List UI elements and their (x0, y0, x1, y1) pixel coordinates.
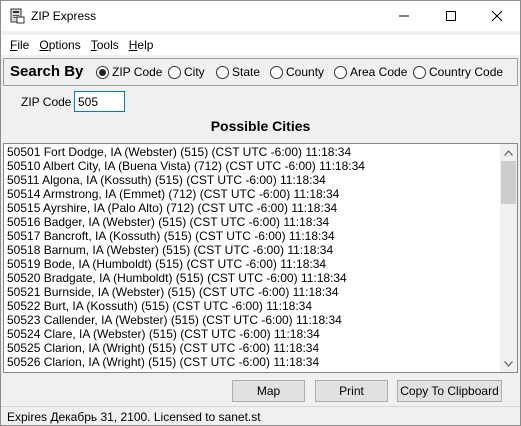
maximize-icon (446, 11, 456, 21)
radio-zip-code[interactable]: ZIP Code (96, 65, 162, 79)
list-item[interactable]: 50520 Bradgate, IA (Humboldt) (515) (CST… (7, 271, 499, 285)
list-item[interactable]: 50515 Ayrshire, IA (Palo Alto) (712) (CS… (7, 201, 499, 215)
radio-unselected-icon (168, 65, 181, 79)
search-by-label: Search By (10, 63, 84, 80)
radio-unselected-icon (413, 65, 426, 79)
zip-code-input[interactable] (74, 91, 125, 112)
scroll-thumb[interactable] (501, 161, 516, 204)
chevron-up-icon (504, 149, 513, 156)
list-item[interactable]: 50519 Bode, IA (Humboldt) (515) (CST UTC… (7, 257, 499, 271)
status-bar: Expires Декабрь 31, 2100. Licensed to sa… (1, 406, 520, 425)
radio-city[interactable]: City (168, 65, 205, 79)
vertical-scrollbar[interactable] (500, 144, 517, 372)
list-item[interactable]: 50510 Albert City, IA (Buena Vista) (712… (7, 159, 499, 173)
list-item[interactable]: 50524 Clare, IA (Webster) (515) (CST UTC… (7, 327, 499, 341)
list-item[interactable]: 50526 Clarion, IA (Wright) (515) (CST UT… (7, 355, 499, 369)
print-button[interactable]: Print (315, 380, 388, 402)
menu-tools[interactable]: Tools (86, 38, 124, 52)
zip-express-app-icon (9, 8, 25, 24)
title-bar[interactable]: ZIP Express (1, 1, 520, 31)
minimize-icon (399, 15, 409, 17)
list-item[interactable]: 50525 Clarion, IA (Wright) (515) (CST UT… (7, 341, 499, 355)
list-item[interactable]: 50516 Badger, IA (Webster) (515) (CST UT… (7, 215, 499, 229)
list-item[interactable]: 50511 Algona, IA (Kossuth) (515) (CST UT… (7, 173, 499, 187)
list-item[interactable]: 50521 Burnside, IA (Webster) (515) (CST … (7, 285, 499, 299)
radio-unselected-icon (334, 65, 347, 79)
menu-options[interactable]: Options (34, 38, 85, 52)
radio-state[interactable]: State (216, 65, 260, 79)
menu-bar: File Options Tools Help (1, 35, 520, 55)
radio-country-code[interactable]: Country Code (413, 65, 503, 79)
minimize-button[interactable] (381, 1, 427, 31)
chevron-down-icon (504, 360, 513, 367)
app-window: ZIP Express File Options Tools Help Sear… (0, 0, 521, 426)
list-item[interactable]: 50517 Bancroft, IA (Kossuth) (515) (CST … (7, 229, 499, 243)
close-icon (492, 11, 502, 21)
close-button[interactable] (474, 1, 520, 31)
status-text: Expires Декабрь 31, 2100. Licensed to sa… (7, 410, 261, 424)
radio-selected-icon (96, 65, 109, 79)
radio-area-code[interactable]: Area Code (334, 65, 407, 79)
menu-help[interactable]: Help (124, 38, 159, 52)
map-button[interactable]: Map (232, 380, 305, 402)
zip-code-label: ZIP Code (21, 95, 72, 109)
maximize-button[interactable] (428, 1, 474, 31)
copy-to-clipboard-button[interactable]: Copy To Clipboard (397, 380, 502, 402)
radio-unselected-icon (270, 65, 283, 79)
menu-file[interactable]: File (5, 38, 34, 52)
results-list[interactable]: 50501 Fort Dodge, IA (Webster) (515) (CS… (3, 143, 518, 373)
radio-county[interactable]: County (270, 65, 324, 79)
list-item[interactable]: 50514 Armstrong, IA (Emmet) (712) (CST U… (7, 187, 499, 201)
list-item[interactable]: 50518 Barnum, IA (Webster) (515) (CST UT… (7, 243, 499, 257)
list-item[interactable]: 50522 Burt, IA (Kossuth) (515) (CST UTC … (7, 299, 499, 313)
possible-cities-title: Possible Cities (210, 118, 311, 134)
window-title: ZIP Express (31, 9, 97, 23)
scroll-up-button[interactable] (500, 144, 517, 161)
scroll-down-button[interactable] (500, 355, 517, 372)
radio-unselected-icon (216, 65, 229, 79)
list-item[interactable]: 50523 Callender, IA (Webster) (515) (CST… (7, 313, 499, 327)
list-item[interactable]: 50501 Fort Dodge, IA (Webster) (515) (CS… (7, 145, 499, 159)
search-by-group: Search By ZIP Code City State County Are… (3, 58, 518, 86)
